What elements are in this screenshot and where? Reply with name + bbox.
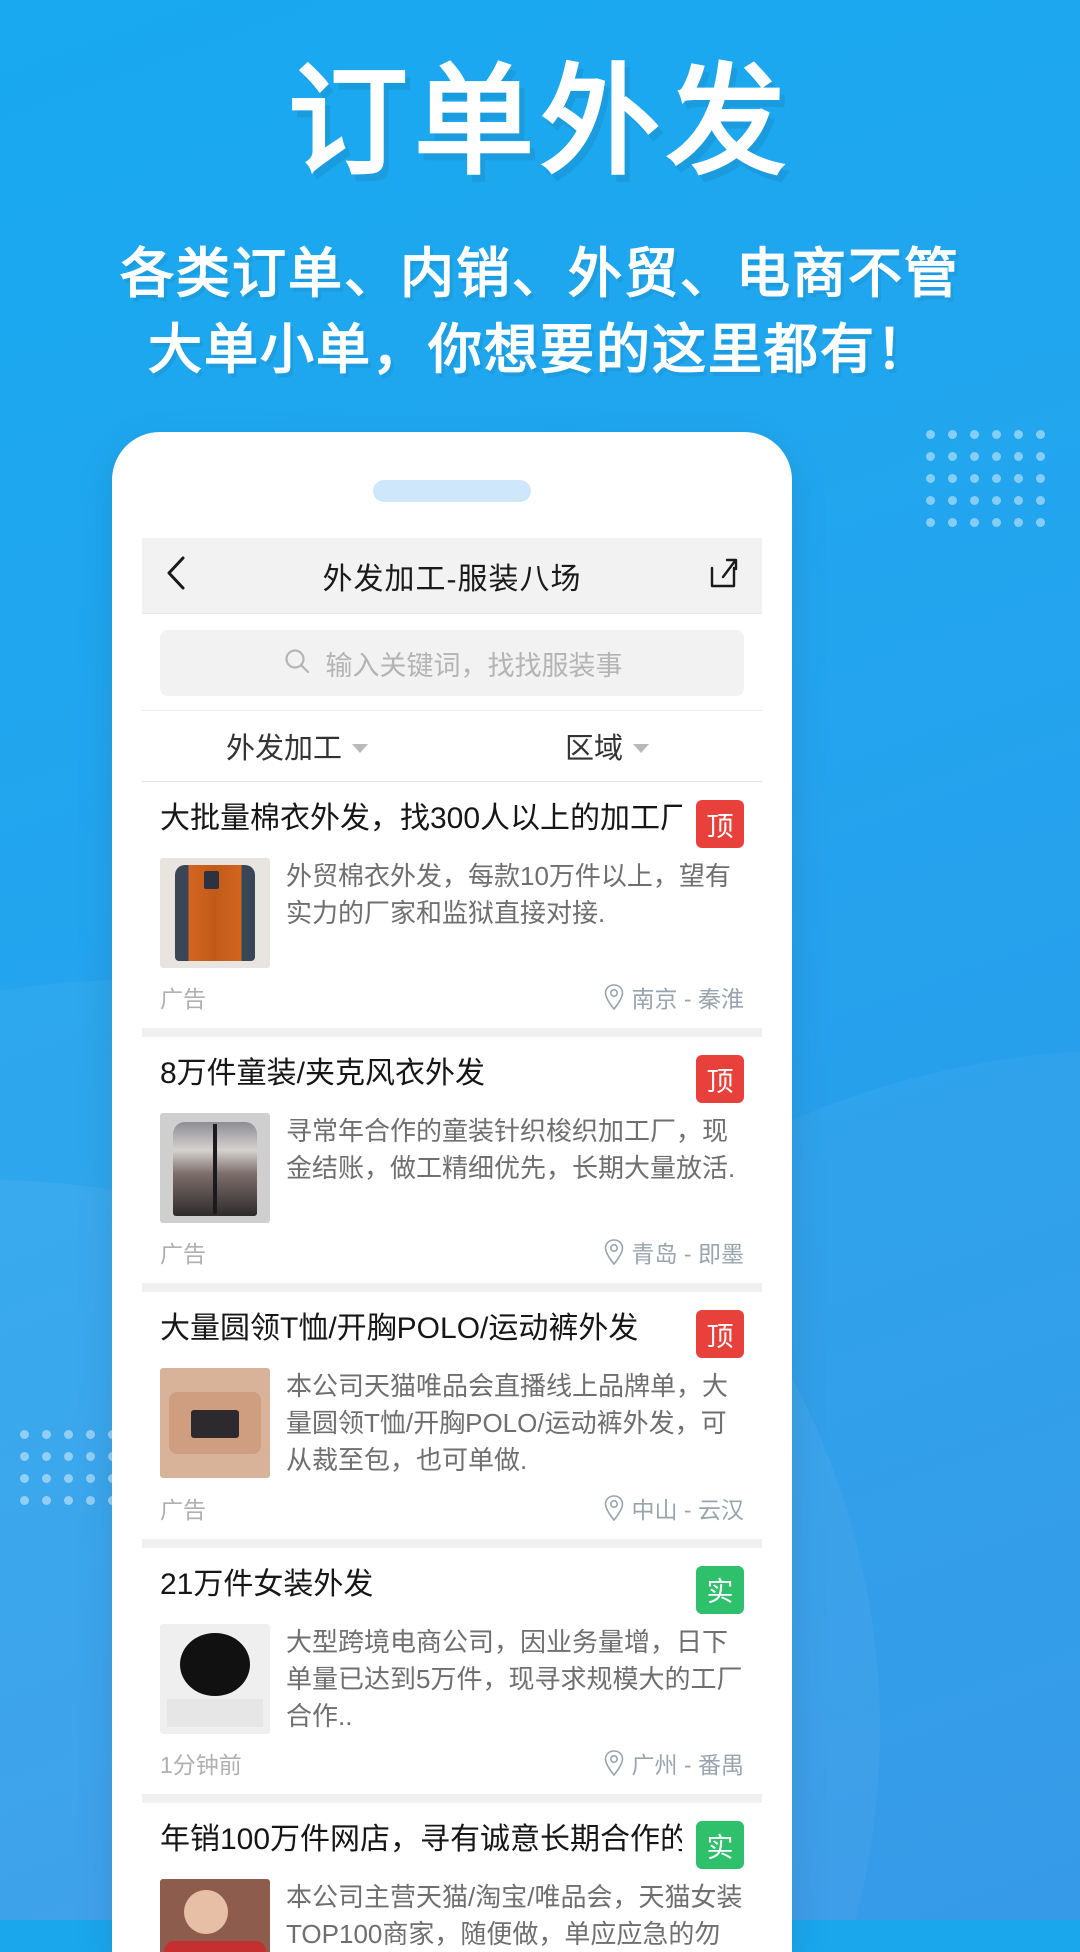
hero-subtitle-line-2: 大单小单，你想要的这里都有！ [148, 320, 932, 381]
listing-location: 南京 - 秦淮 [603, 980, 744, 1014]
search-input[interactable]: 输入关键词，找找服装事 [160, 630, 744, 696]
location-pin-icon [604, 1750, 623, 1777]
chevron-left-icon [164, 553, 190, 598]
listing-footer: 广告 青岛 - 即墨 [160, 1223, 744, 1283]
app-title: 外发加工-服装八场 [322, 562, 582, 596]
share-button[interactable] [700, 556, 740, 595]
listing-title: 大量圆领T恤/开胸POLO/运动裤外发 [160, 1312, 639, 1345]
listing-card[interactable]: 大量圆领T恤/开胸POLO/运动裤外发 顶本公司天猫唯品会直播线上品牌单，大量圆领… [142, 1292, 762, 1548]
listing-location-label: 广州 - 番禺 [631, 1752, 744, 1779]
listing-meta: 广告 [160, 986, 206, 1012]
listing-thumbnail[interactable] [160, 858, 270, 968]
listing-description: 本公司天猫唯品会直播线上品牌单，大量圆领T恤/开胸POLO/运动裤外发，可从裁至… [286, 1371, 729, 1475]
filter-region-label: 区域 [564, 733, 623, 765]
listing-header: 大批量棉衣外发，找300人以上的加工厂顶 [160, 800, 744, 848]
listing-card[interactable]: 21万件女装外发 实大型跨境电商公司，因业务量增，日下单量已达到5万件，现寻求规模… [142, 1548, 762, 1804]
listing-header: 年销100万件网店，寻有诚意长期合作的加工厂实 [160, 1821, 744, 1870]
back-button[interactable] [164, 553, 204, 598]
listing-description: 本公司主营天猫/淘宝/唯品会，天猫女装TOP100商家，随便做，单应应急的勿找，… [286, 1882, 743, 1950]
listing-location: 中山 - 云汉 [603, 1491, 744, 1525]
hero-section: 订单外发 各类订单、内销、外贸、电商不管 大单小单，你想要的这里都有！ [0, 55, 1080, 389]
listing-footer: 广告 中山 - 云汉 [160, 1479, 744, 1539]
listing-title: 8万件童装/夹克风衣外发 [160, 1057, 486, 1090]
listing-location-label: 南京 - 秦淮 [631, 986, 744, 1012]
hero-subtitle: 各类订单、内销、外贸、电商不管 大单小单，你想要的这里都有！ [0, 236, 1080, 389]
listing-badge: 顶 [696, 1055, 744, 1103]
listing-badge: 实 [696, 1821, 744, 1870]
listing-description: 外贸棉衣外发，每款10万件以上，望有实力的厂家和监狱直接对接. [286, 861, 731, 928]
filter-category[interactable]: 外发加工 [142, 711, 452, 781]
listing-thumbnail[interactable] [160, 1623, 270, 1734]
share-icon [706, 556, 740, 595]
listing-thumbnail[interactable] [160, 1113, 270, 1223]
listing-body: 寻常年合作的童装针织梭织加工厂，现金结账，做工精细优先，长期大量放活. [160, 1113, 744, 1223]
phone-mockup: 外发加工-服装八场 输入关键词，找找服装事 外发加工 区域 大批量棉衣外发，找3… [112, 432, 792, 1952]
listing-description: 寻常年合作的童装针织梭织加工厂，现金结账，做工精细优先，长期大量放活. [286, 1116, 736, 1183]
phone-speaker [373, 480, 531, 502]
listing-meta: 1分钟前 [160, 1752, 242, 1779]
location-pin-icon [604, 1494, 623, 1521]
listing-badge: 顶 [696, 800, 744, 848]
search-placeholder: 输入关键词，找找服装事 [325, 650, 623, 681]
listing-title: 年销100万件网店，寻有诚意长期合作的加工厂 [160, 1823, 682, 1857]
listing-location-label: 青岛 - 即墨 [631, 1241, 744, 1267]
search-icon [282, 646, 312, 681]
app-navbar: 外发加工-服装八场 [142, 538, 762, 614]
listing-title: 大批量棉衣外发，找300人以上的加工厂 [160, 802, 682, 835]
listing-footer: 广告 南京 - 秦淮 [160, 968, 744, 1028]
listing-badge: 实 [696, 1565, 744, 1614]
listing-badge: 顶 [696, 1310, 744, 1358]
location-pin-icon [604, 984, 623, 1010]
listing-meta: 广告 [160, 1496, 206, 1523]
listing-header: 8万件童装/夹克风衣外发 顶 [160, 1055, 744, 1103]
listing-body: 本公司天猫唯品会直播线上品牌单，大量圆领T恤/开胸POLO/运动裤外发，可从裁至… [160, 1368, 744, 1479]
listing-body: 本公司主营天猫/淘宝/唯品会，天猫女装TOP100商家，随便做，单应应急的勿找，… [160, 1879, 744, 1952]
listing-location: 青岛 - 即墨 [603, 1235, 744, 1269]
listing-location: 广州 - 番禺 [603, 1746, 744, 1780]
listing-thumbnail[interactable] [160, 1368, 270, 1478]
listing-header: 21万件女装外发 实 [160, 1565, 744, 1614]
search-section: 输入关键词，找找服装事 [142, 614, 762, 710]
listing-card[interactable]: 年销100万件网店，寻有诚意长期合作的加工厂实本公司主营天猫/淘宝/唯品会，天猫… [142, 1803, 762, 1952]
listing-location-label: 中山 - 云汉 [631, 1496, 744, 1523]
listing-list: 大批量棉衣外发，找300人以上的加工厂顶外贸棉衣外发，每款10万件以上，望有实力… [142, 782, 762, 1952]
chevron-down-icon [352, 743, 368, 753]
hero-subtitle-line-1: 各类订单、内销、外贸、电商不管 [120, 243, 960, 304]
listing-header: 大量圆领T恤/开胸POLO/运动裤外发 顶 [160, 1310, 744, 1358]
listing-card[interactable]: 8万件童装/夹克风衣外发 顶寻常年合作的童装针织梭织加工厂，现金结账，做工精细优先… [142, 1037, 762, 1292]
location-pin-icon [604, 1239, 623, 1265]
listing-description: 大型跨境电商公司，因业务量增，日下单量已达到5万件，现寻求规模大的工厂合作.. [286, 1626, 743, 1731]
listing-body: 外贸棉衣外发，每款10万件以上，望有实力的厂家和监狱直接对接. [160, 858, 744, 968]
filter-region[interactable]: 区域 [452, 711, 762, 781]
listing-meta: 广告 [160, 1241, 206, 1267]
chevron-down-icon [633, 743, 649, 753]
app-screen: 外发加工-服装八场 输入关键词，找找服装事 外发加工 区域 大批量棉衣外发，找3… [142, 538, 762, 1952]
listing-footer: 1分钟前 广州 - 番禺 [160, 1734, 744, 1794]
decorative-dots-top-right [926, 430, 1058, 540]
listing-card[interactable]: 大批量棉衣外发，找300人以上的加工厂顶外贸棉衣外发，每款10万件以上，望有实力… [142, 782, 762, 1037]
listing-title: 21万件女装外发 [160, 1567, 374, 1601]
listing-thumbnail[interactable] [160, 1879, 270, 1952]
page-title: 订单外发 [288, 55, 792, 189]
filter-bar: 外发加工 区域 [142, 710, 762, 782]
filter-category-label: 外发加工 [225, 733, 342, 765]
listing-body: 大型跨境电商公司，因业务量增，日下单量已达到5万件，现寻求规模大的工厂合作.. [160, 1623, 744, 1735]
